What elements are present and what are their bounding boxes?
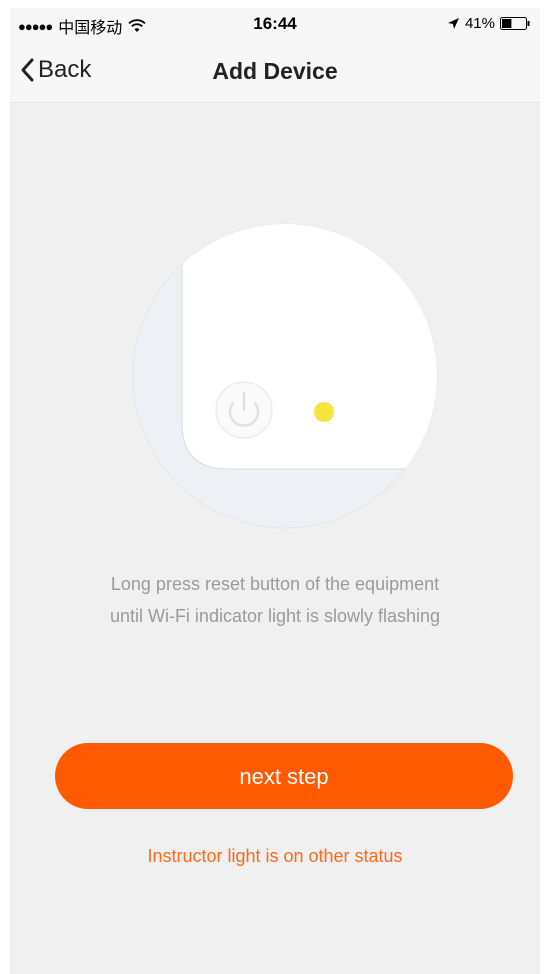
device-panel [181,224,437,470]
wifi-indicator-light [314,402,334,422]
device-reset-illustration [132,223,438,529]
battery-percent: 41% [464,15,495,32]
status-right: 41% [447,15,530,32]
page-title: Add Device [212,58,338,84]
reset-instructions: Long press reset button of the equipment… [40,568,510,632]
status-bar: ●●●●● 中国移动 16:44 41% [10,8,540,40]
instruction-line-1: Long press reset button of the equipment [110,574,440,594]
instruction-line-2: until Wi-Fi indicator light is slowly fl… [109,606,441,626]
navigation-bar: Back Add Device [10,40,540,103]
other-status-link[interactable]: Instructor light is on other status [10,846,540,867]
add-device-screen: ●●●●● 中国移动 16:44 41% Back Add Device Lon… [10,8,540,974]
battery-icon [500,17,530,30]
next-step-button[interactable]: next step [55,743,513,809]
location-arrow-icon [447,18,459,29]
power-button-icon [215,381,273,439]
